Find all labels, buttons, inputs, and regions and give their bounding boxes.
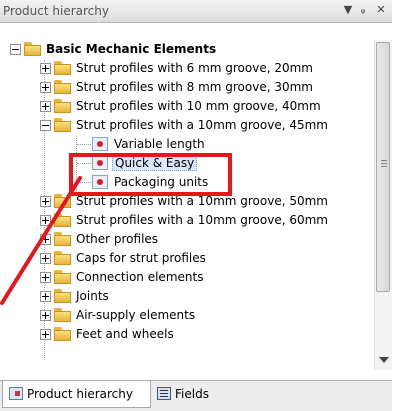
tree-node-label: Strut profiles with 8 mm groove, 30mm — [76, 80, 313, 94]
expand-icon[interactable] — [40, 329, 51, 340]
tree-leaf-label: Packaging units — [114, 175, 209, 189]
tab-label: Product hierarchy — [27, 387, 133, 401]
hierarchy-icon — [9, 387, 23, 400]
expand-icon[interactable] — [40, 215, 51, 226]
expand-icon[interactable] — [40, 272, 51, 283]
article-icon — [92, 156, 108, 170]
folder-icon — [54, 327, 72, 341]
tab-product-hierarchy[interactable]: Product hierarchy — [2, 381, 151, 408]
close-icon[interactable]: ✕ — [374, 2, 388, 18]
tree-node-label: Feet and wheels — [76, 327, 174, 341]
scrollbar-thumb[interactable] — [376, 42, 390, 292]
collapse-icon[interactable] — [40, 120, 51, 131]
tree-node-label: Other profiles — [76, 232, 159, 246]
folder-icon — [54, 99, 72, 113]
vertical-scrollbar[interactable] — [374, 40, 392, 370]
panel-tabbar: Product hierarchy Fields — [0, 380, 392, 411]
folder-icon — [54, 308, 72, 322]
article-icon — [92, 175, 108, 189]
folder-icon — [54, 118, 72, 132]
folder-icon — [54, 270, 72, 284]
tree-node-label: Strut profiles with 6 mm groove, 20mm — [76, 61, 313, 75]
folder-icon — [54, 61, 72, 75]
folder-icon — [54, 251, 72, 265]
expand-icon[interactable] — [40, 101, 51, 112]
collapse-icon[interactable] — [10, 44, 21, 55]
tree-leaf-label: Variable length — [114, 137, 205, 151]
pin-icon[interactable]: ᵩ — [356, 2, 370, 18]
tree-node-label: Joints — [76, 289, 109, 303]
tree-node-label: Strut profiles with a 10mm groove, 60mm — [76, 213, 328, 227]
expand-icon[interactable] — [40, 291, 51, 302]
expand-icon[interactable] — [40, 234, 51, 245]
expand-icon[interactable] — [40, 63, 51, 74]
tree-node-label: Connection elements — [76, 270, 204, 284]
folder-icon — [54, 80, 72, 94]
product-hierarchy-panel: Product hierarchy ▼ ᵩ ✕ Basic Mechanic E… — [0, 0, 392, 411]
fields-icon — [157, 387, 171, 400]
folder-icon — [54, 194, 72, 208]
tab-fields[interactable]: Fields — [153, 381, 223, 407]
expand-icon[interactable] — [40, 82, 51, 93]
tree-node-label: Strut profiles with 10 mm groove, 40mm — [76, 99, 321, 113]
expand-icon[interactable] — [40, 310, 51, 321]
tree-node-label: Caps for strut profiles — [76, 251, 206, 265]
panel-title: Product hierarchy — [3, 4, 109, 18]
expand-icon[interactable] — [40, 253, 51, 264]
folder-icon — [24, 42, 42, 56]
tree-leaf-label: Quick & Easy — [112, 155, 198, 171]
article-icon — [92, 137, 108, 151]
folder-icon — [54, 289, 72, 303]
scroll-down-icon[interactable] — [379, 357, 389, 363]
folder-icon — [54, 213, 72, 227]
product-tree: Basic Mechanic Elements Strut profiles w… — [2, 40, 374, 370]
panel-titlebar: Product hierarchy ▼ ᵩ ✕ — [0, 0, 392, 23]
tree-node-label: Strut profiles with a 10mm groove, 50mm — [76, 194, 328, 208]
tab-label: Fields — [175, 387, 209, 401]
dropdown-icon[interactable]: ▼ — [341, 2, 355, 18]
tree-node-label: Basic Mechanic Elements — [46, 42, 217, 56]
tree-node-label: Strut profiles with a 10mm groove, 45mm — [76, 118, 328, 132]
folder-icon — [54, 232, 72, 246]
expand-icon[interactable] — [40, 196, 51, 207]
tree-node-label: Air-supply elements — [76, 308, 196, 322]
